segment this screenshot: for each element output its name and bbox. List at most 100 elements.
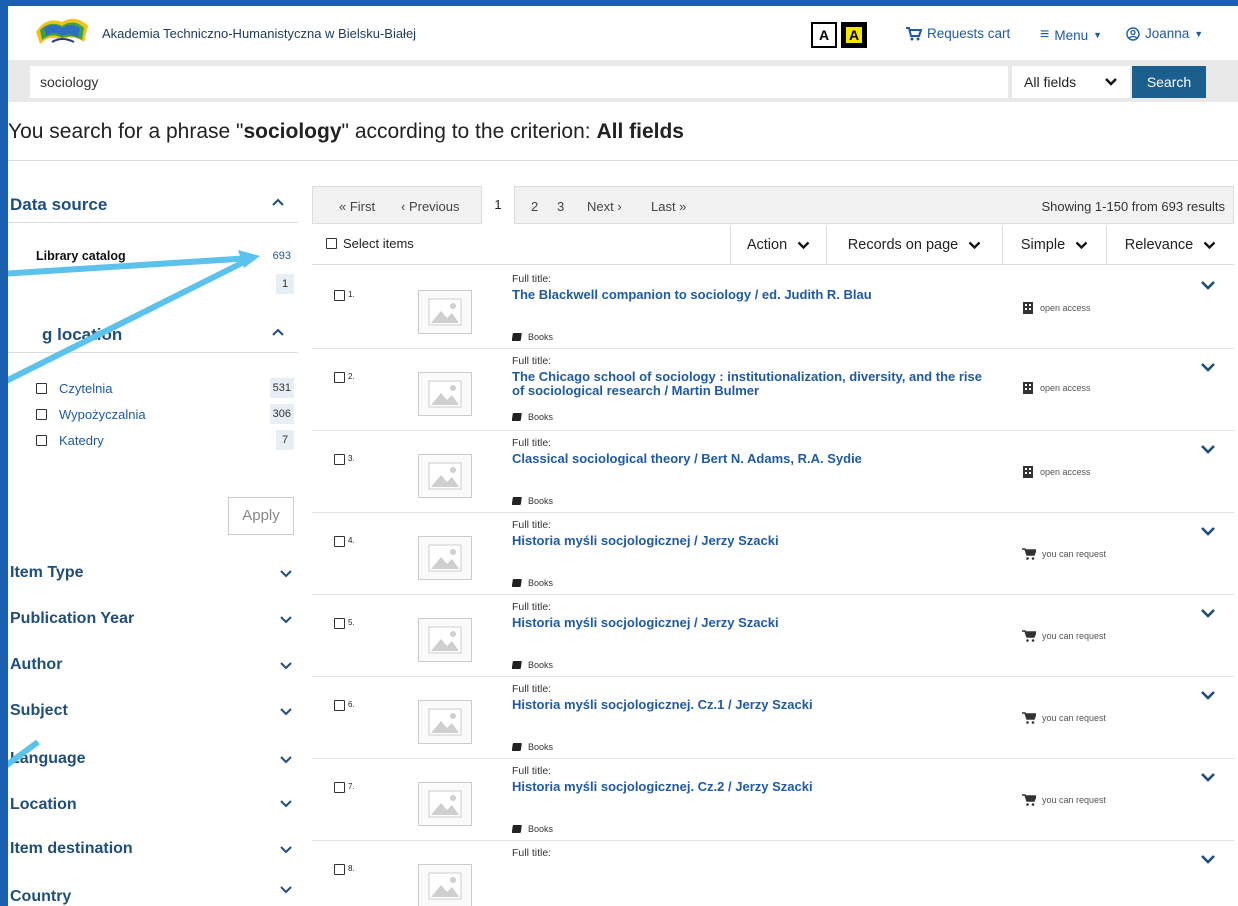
chevron-down-icon[interactable] bbox=[280, 846, 292, 854]
requests-cart-link[interactable]: Requests cart bbox=[906, 26, 1010, 41]
search-field-select[interactable]: All fields bbox=[1012, 66, 1130, 98]
building-icon bbox=[1023, 466, 1033, 478]
facet-country[interactable]: Country bbox=[10, 888, 71, 906]
sort-dropdown[interactable]: Relevance bbox=[1106, 226, 1234, 264]
checkbox[interactable] bbox=[334, 864, 345, 875]
select-all[interactable]: Select items bbox=[326, 236, 414, 251]
view-mode-dropdown[interactable]: Simple bbox=[1002, 226, 1106, 264]
normal-contrast-button[interactable]: A bbox=[811, 22, 837, 48]
chevron-down-icon[interactable] bbox=[280, 800, 292, 808]
cover-thumbnail[interactable] bbox=[418, 700, 472, 744]
expand-chevron-icon[interactable] bbox=[1200, 526, 1216, 536]
search-input[interactable] bbox=[30, 66, 1008, 98]
result-select[interactable]: 1. bbox=[334, 290, 355, 301]
search-field-value: All fields bbox=[1024, 74, 1077, 90]
facet-title: Data source bbox=[10, 195, 108, 214]
result-select[interactable]: 2. bbox=[334, 372, 355, 383]
expand-chevron-icon[interactable] bbox=[1200, 854, 1216, 864]
result-title-link[interactable]: Historia myśli socjologicznej. Cz.1 / Je… bbox=[512, 698, 982, 712]
facet-item-destination[interactable]: Item destination bbox=[10, 840, 133, 858]
result-title-link[interactable]: Historia myśli socjologicznej. Cz.2 / Je… bbox=[512, 780, 982, 794]
facet-item-source-2[interactable]: 1 bbox=[36, 274, 294, 294]
facet-location-header[interactable]: g location bbox=[8, 316, 298, 353]
result-select[interactable]: 8. bbox=[334, 864, 355, 875]
facet-publication-year[interactable]: Publication Year bbox=[10, 610, 134, 628]
expand-chevron-icon[interactable] bbox=[1200, 362, 1216, 372]
item-type: Books bbox=[512, 824, 553, 834]
cover-thumbnail[interactable] bbox=[418, 290, 472, 334]
cover-thumbnail[interactable] bbox=[418, 454, 472, 498]
result-title-link[interactable]: The Chicago school of sociology : instit… bbox=[512, 370, 982, 398]
facet-subject[interactable]: Subject bbox=[10, 702, 68, 720]
item-type-label: Books bbox=[528, 742, 554, 752]
facet-author[interactable]: Author bbox=[10, 656, 62, 674]
records-per-page-dropdown[interactable]: Records on page bbox=[826, 226, 1002, 264]
expand-chevron-icon[interactable] bbox=[1200, 690, 1216, 700]
facet-item-type[interactable]: Item Type bbox=[10, 564, 84, 582]
cover-thumbnail[interactable] bbox=[418, 372, 472, 416]
user-dropdown[interactable]: Joanna ▼ bbox=[1126, 26, 1203, 41]
result-select[interactable]: 7. bbox=[334, 782, 355, 793]
chevron-down-icon[interactable] bbox=[280, 616, 292, 624]
result-title-link[interactable]: Classical sociological theory / Bert N. … bbox=[512, 452, 982, 466]
result-select[interactable]: 3. bbox=[334, 454, 355, 465]
cover-thumbnail[interactable] bbox=[418, 536, 472, 580]
high-contrast-button[interactable]: A bbox=[841, 22, 867, 48]
result-number: 4. bbox=[348, 536, 355, 545]
checkbox[interactable] bbox=[334, 290, 345, 301]
chevron-down-icon[interactable] bbox=[280, 708, 292, 716]
expand-chevron-icon[interactable] bbox=[1200, 772, 1216, 782]
pager-last[interactable]: Last » bbox=[651, 199, 686, 214]
checkbox[interactable] bbox=[334, 454, 345, 465]
chevron-down-icon[interactable] bbox=[280, 662, 292, 670]
pager-next[interactable]: Next › bbox=[587, 199, 622, 214]
result-select[interactable]: 6. bbox=[334, 700, 355, 711]
expand-chevron-icon[interactable] bbox=[1200, 608, 1216, 618]
checkbox[interactable] bbox=[36, 434, 47, 446]
result-select[interactable]: 4. bbox=[334, 536, 355, 547]
result-title-link[interactable]: Historia myśli socjologicznej / Jerzy Sz… bbox=[512, 534, 982, 548]
pager-page-current[interactable]: 1 bbox=[481, 186, 515, 224]
expand-chevron-icon[interactable] bbox=[1200, 444, 1216, 454]
search-button[interactable]: Search bbox=[1132, 66, 1206, 98]
facet-language[interactable]: Language bbox=[10, 750, 86, 768]
results-toolbar: Select items Action Records on page Simp… bbox=[312, 226, 1234, 265]
pager-page-2[interactable]: 2 bbox=[531, 199, 538, 214]
cover-thumbnail[interactable] bbox=[418, 618, 472, 662]
action-dropdown[interactable]: Action bbox=[730, 226, 826, 264]
chevron-down-icon[interactable] bbox=[280, 570, 292, 578]
chevron-down-icon[interactable] bbox=[280, 756, 292, 764]
pager-first[interactable]: « First bbox=[339, 199, 375, 214]
pagination: « First ‹ Previous 1 2 3 Next › Last » S… bbox=[312, 186, 1234, 224]
pager-previous[interactable]: ‹ Previous bbox=[401, 199, 460, 214]
result-title-link[interactable]: The Blackwell companion to sociology / e… bbox=[512, 288, 982, 302]
facet-item-czytelnia[interactable]: Czytelnia 531 bbox=[36, 378, 294, 398]
cover-thumbnail[interactable] bbox=[418, 782, 472, 826]
checkbox[interactable] bbox=[36, 408, 47, 420]
checkbox[interactable] bbox=[334, 618, 345, 629]
cart-icon bbox=[1022, 712, 1036, 724]
facet-location[interactable]: Location bbox=[10, 796, 77, 814]
checkbox[interactable] bbox=[334, 782, 345, 793]
chevron-down-icon[interactable] bbox=[280, 886, 292, 894]
facet-count: 7 bbox=[276, 430, 294, 450]
facet-data-source-header[interactable]: Data source bbox=[8, 186, 298, 223]
checkbox[interactable] bbox=[334, 372, 345, 383]
facet-item-katedry[interactable]: Katedry 7 bbox=[36, 430, 294, 450]
checkbox[interactable] bbox=[326, 238, 337, 249]
result-select[interactable]: 5. bbox=[334, 618, 355, 629]
results-count: Showing 1-150 from 693 results bbox=[1041, 199, 1225, 214]
expand-chevron-icon[interactable] bbox=[1200, 280, 1216, 290]
checkbox[interactable] bbox=[36, 382, 47, 394]
apply-button[interactable]: Apply bbox=[228, 497, 294, 535]
checkbox[interactable] bbox=[334, 536, 345, 547]
pager-page-3[interactable]: 3 bbox=[557, 199, 564, 214]
cover-thumbnail[interactable] bbox=[418, 864, 472, 906]
library-logo[interactable] bbox=[32, 12, 94, 56]
result-title-link[interactable]: Historia myśli socjologicznej / Jerzy Sz… bbox=[512, 616, 982, 630]
facet-item-library-catalog[interactable]: Library catalog 693 bbox=[36, 246, 294, 266]
checkbox[interactable] bbox=[334, 700, 345, 711]
menu-dropdown[interactable]: ≡ Menu ▼ bbox=[1040, 26, 1102, 44]
facet-item-wypozyczalnia[interactable]: Wypożyczalnia 306 bbox=[36, 404, 294, 424]
institution-name[interactable]: Akademia Techniczno-Humanistyczna w Biel… bbox=[102, 26, 416, 41]
